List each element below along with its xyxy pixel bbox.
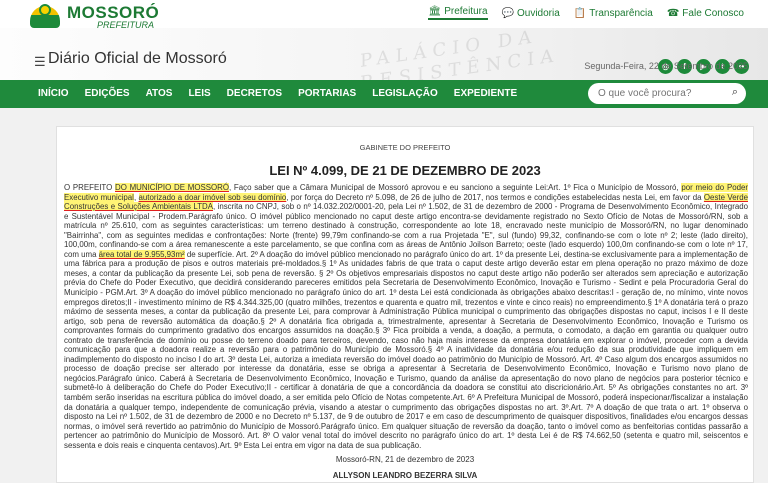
logo-name: MOSSORÓ — [67, 3, 160, 22]
search-icon[interactable]: ⌕ — [732, 86, 738, 99]
building-icon: 🏛 — [428, 6, 442, 17]
nav-legislacao[interactable]: LEGISLAÇÃO — [372, 88, 438, 99]
current-date: Segunda-Feira, 22 de Setembro de 2025 — [584, 61, 748, 71]
nav-leis[interactable]: LEIS — [188, 88, 210, 99]
mossoro-logo[interactable]: MOSSORÓ PREFEITURA — [28, 4, 159, 30]
whatsapp-icon: ☎ — [666, 7, 680, 19]
banner: PALÁCIO DA RESISTÊNCIA ☰ Diário Oficial … — [0, 28, 768, 80]
highlight-area-total: área total de 9.955,93m² — [98, 249, 185, 259]
law-body: O PREFEITO DO MUNICÍPIO DE MOSSORÓ, Faço… — [64, 183, 749, 450]
search-input[interactable] — [598, 86, 723, 101]
law-title: LEI Nº 4.099, DE 21 DE DEZEMBRO DE 2023 — [269, 163, 541, 178]
site-title: Diário Oficial de Mossoró — [48, 50, 227, 67]
top-link-prefeitura[interactable]: 🏛 Prefeitura — [428, 6, 488, 20]
nav-inicio[interactable]: INÍCIO — [38, 88, 69, 99]
nav-atos[interactable]: ATOS — [146, 88, 173, 99]
highlight-municipio: DO MUNICÍPIO DE MOSSORÓ — [115, 183, 229, 192]
nav-edicoes[interactable]: EDIÇÕES — [85, 88, 130, 99]
nav-expediente[interactable]: EXPEDIENTE — [454, 88, 517, 99]
search-box: ⌕ — [588, 83, 746, 104]
highlight-autorizado-doar: autorizado a doar imóvel sob seu domínio — [138, 192, 287, 202]
chat-icon: 💬 — [501, 7, 514, 19]
signer-name: ALLYSON LEANDRO BEZERRA SILVA — [332, 471, 478, 480]
document-icon: 📋 — [573, 7, 587, 19]
nav-portarias[interactable]: PORTARIAS — [298, 88, 356, 99]
hamburger-menu-icon[interactable]: ☰ — [34, 54, 46, 70]
document-card: GABINETE DO PREFEITO LEI Nº 4.099, DE 21… — [56, 126, 754, 483]
place-date: Mossoró-RN, 21 de dezembro de 2023 — [335, 455, 475, 464]
top-link-fale-conosco[interactable]: ☎ Fale Conosco — [667, 6, 744, 20]
palace-watermark: PALÁCIO DA RESISTÊNCIA — [360, 28, 560, 80]
nav-decretos[interactable]: DECRETOS — [227, 88, 282, 99]
top-link-ouvidoria[interactable]: 💬 Ouvidoria — [502, 6, 560, 20]
logo-emblem-icon — [28, 4, 62, 30]
top-links: 🏛 Prefeitura 💬 Ouvidoria 📋 Transparência… — [428, 6, 744, 20]
office-name: GABINETE DO PREFEITO — [359, 143, 451, 152]
main-nav: INÍCIO EDIÇÕES ATOS LEIS DECRETOS PORTAR… — [0, 80, 768, 108]
top-link-transparencia[interactable]: 📋 Transparência — [574, 6, 653, 20]
